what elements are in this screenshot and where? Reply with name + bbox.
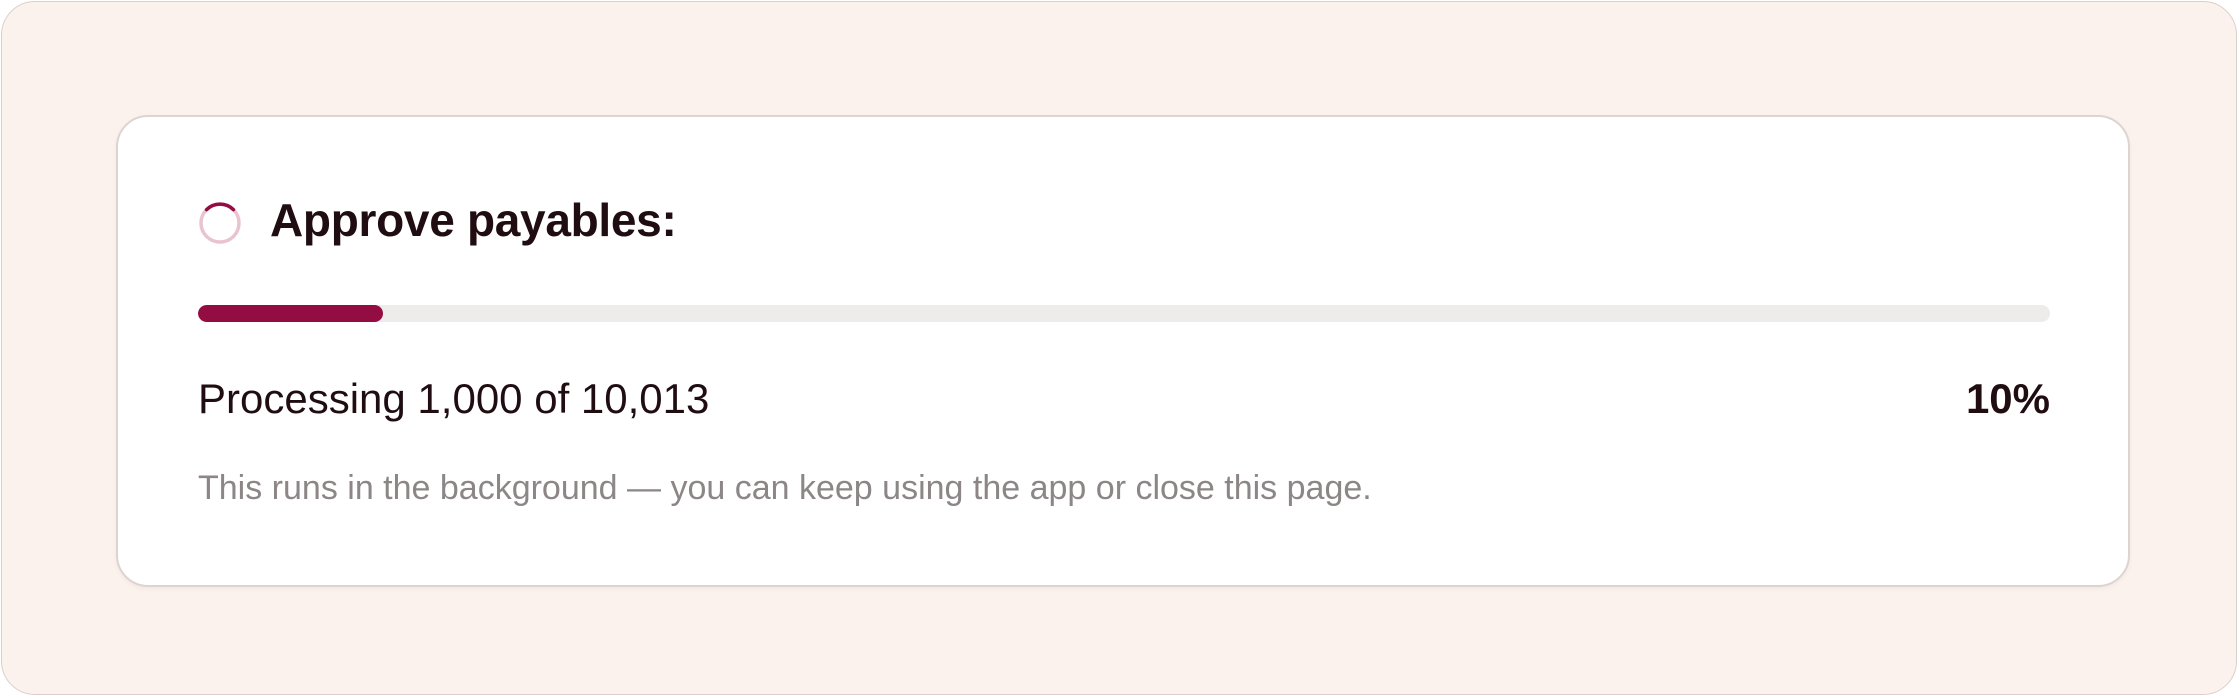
progress-card: Approve payables: Processing 1,000 of 10… bbox=[116, 115, 2130, 587]
spinner-arc bbox=[204, 202, 236, 212]
task-title: Approve payables: bbox=[270, 194, 677, 246]
progress-status-text: Processing 1,000 of 10,013 bbox=[198, 375, 710, 422]
progress-percent: 10% bbox=[1965, 375, 2050, 422]
progress-bar-fill bbox=[198, 305, 384, 322]
background-note: This runs in the background — you can ke… bbox=[198, 469, 1372, 507]
progress-bar bbox=[198, 305, 2050, 322]
loading-spinner-icon bbox=[199, 202, 241, 244]
page-frame: Approve payables: Processing 1,000 of 10… bbox=[1, 1, 2237, 695]
